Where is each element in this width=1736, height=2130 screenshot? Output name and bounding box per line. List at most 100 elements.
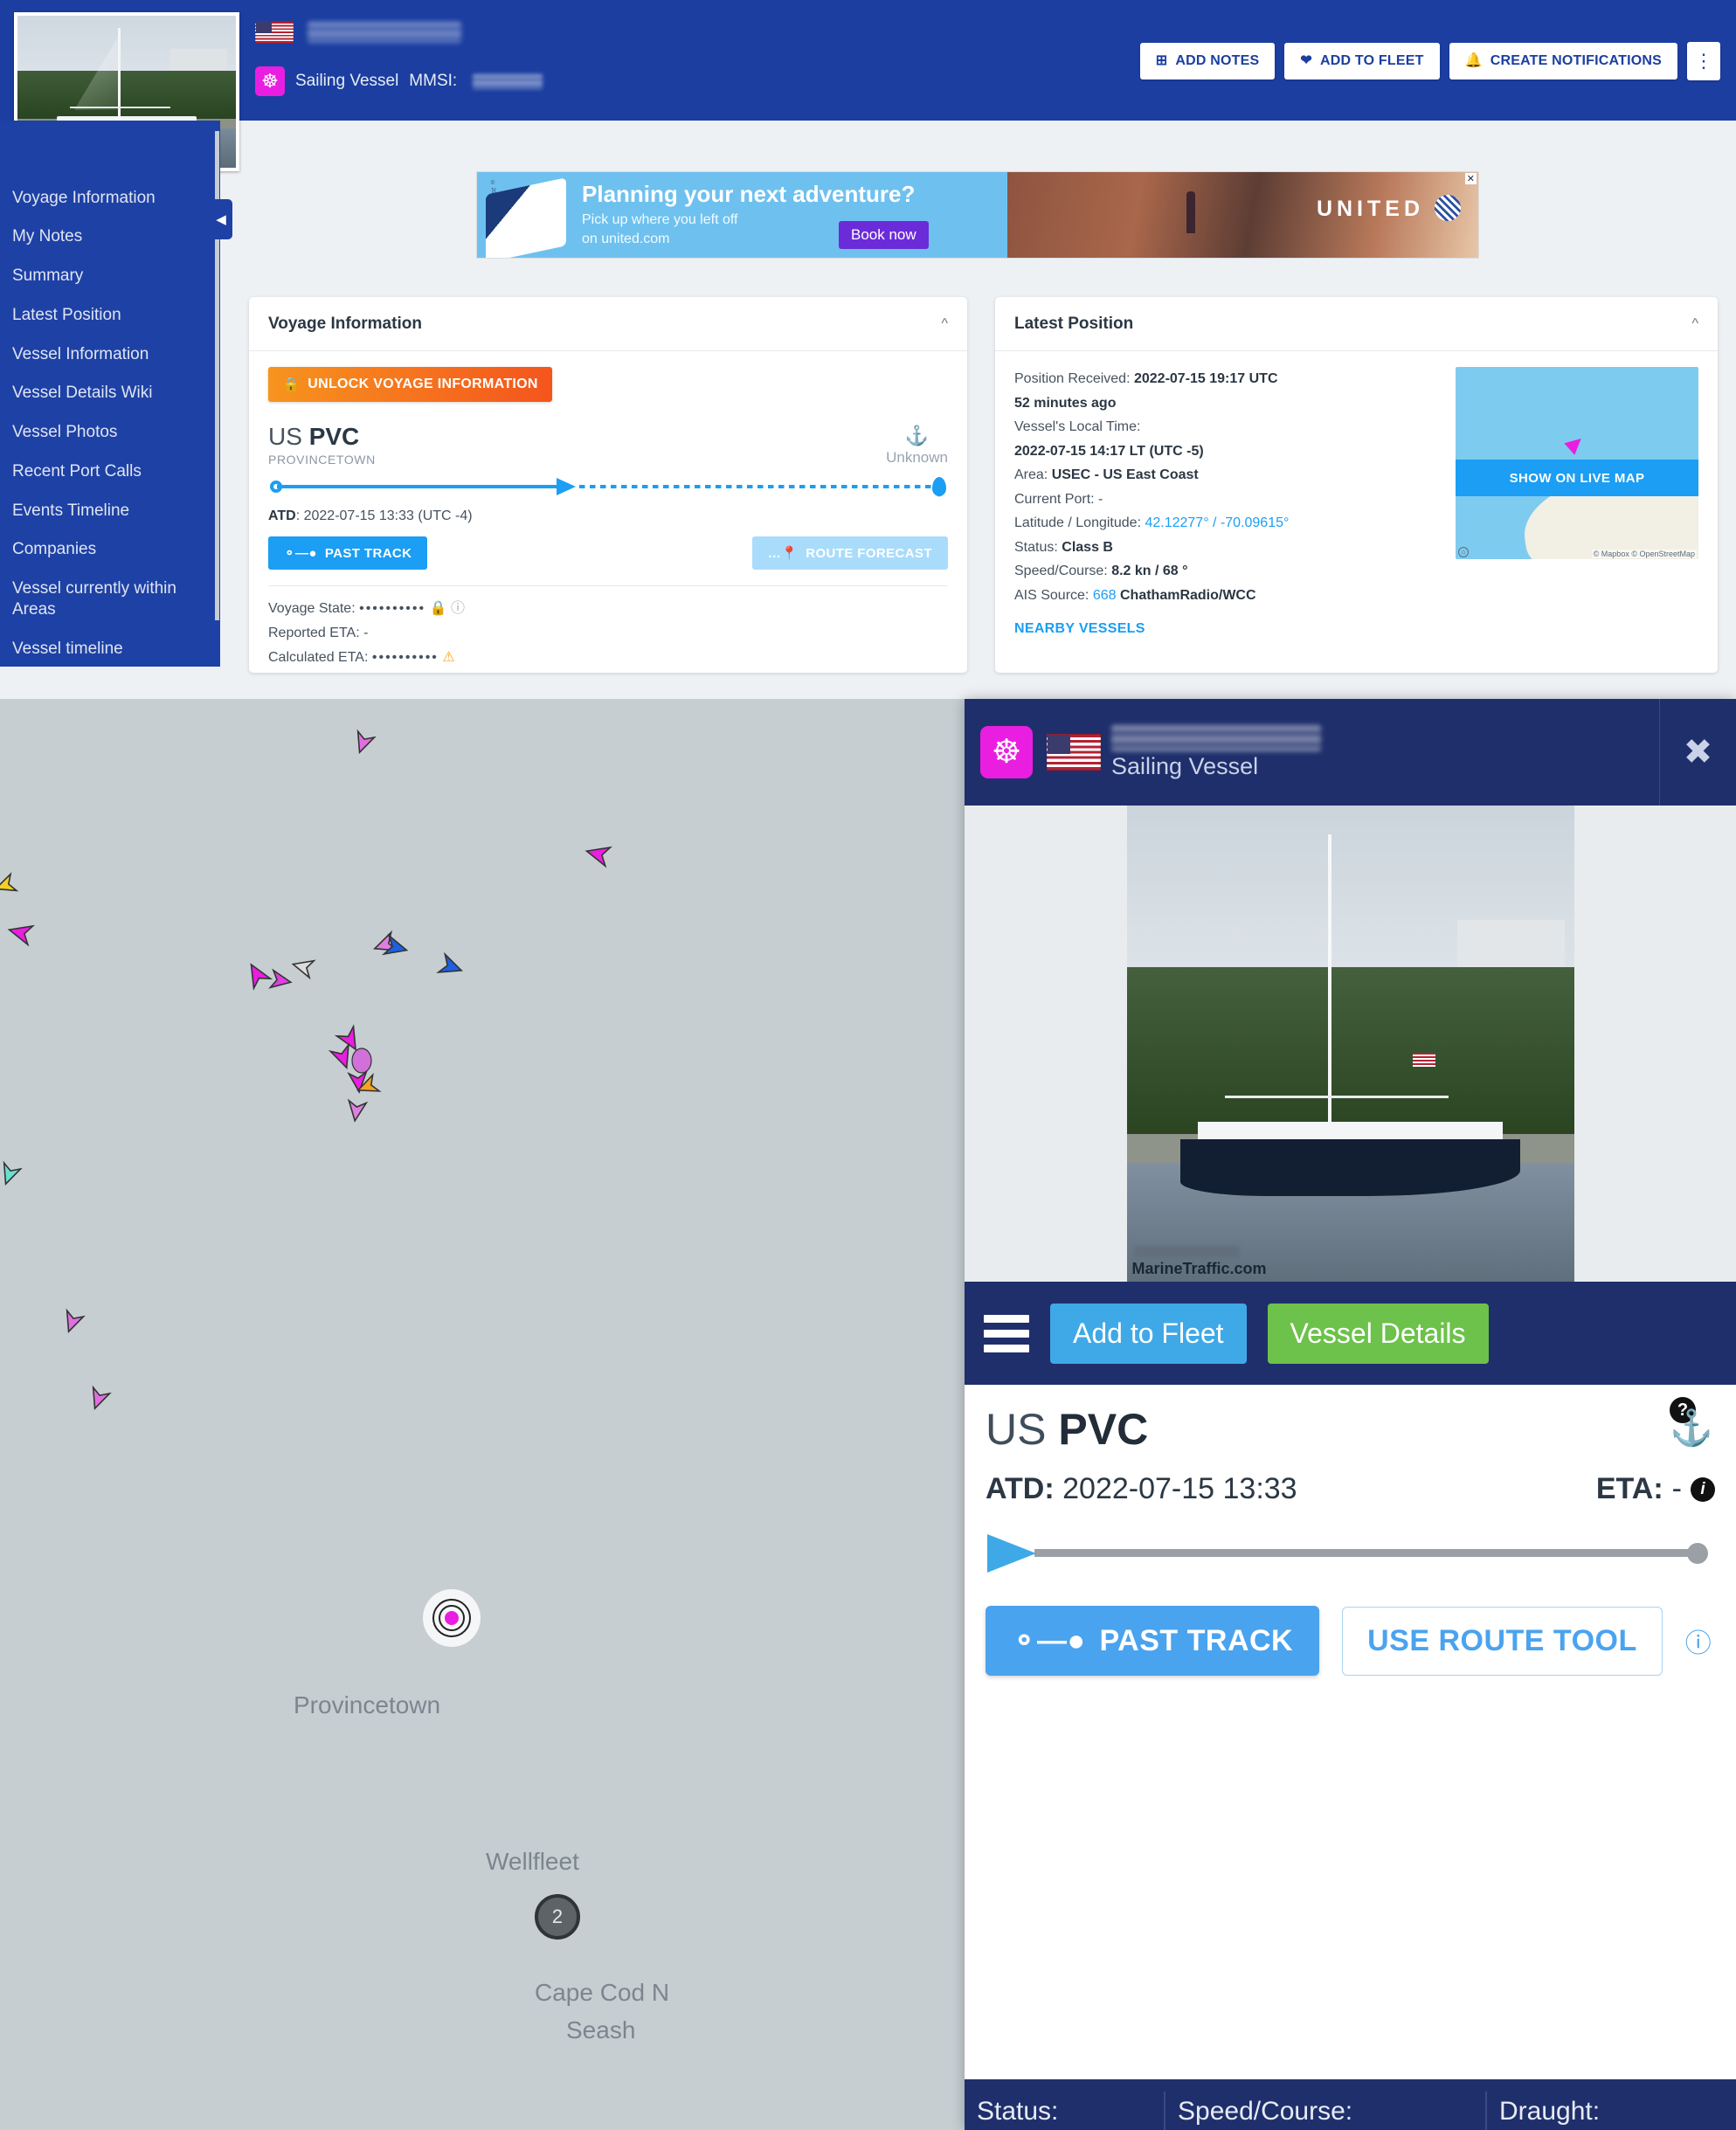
sidebar-item-vessel-currently-within-areas[interactable]: Vessel currently within Areas [0,570,220,630]
mobile-add-to-fleet-button[interactable]: Add to Fleet [1050,1303,1247,1364]
hamburger-menu-icon[interactable] [984,1308,1029,1359]
more-options-kebab-icon[interactable]: ⋮ [1687,42,1720,80]
mobile-eta: ETA: - i [1596,1472,1715,1506]
info-icon-mobile[interactable]: i [1691,1476,1715,1502]
ais-source-label: AIS Source: [1014,587,1089,603]
advertisement-banner[interactable]: © 2022 United Airlines, Inc. Planning yo… [476,171,1479,259]
progress-remaining-line [579,485,932,488]
sidebar-item-events-timeline[interactable]: Events Timeline [0,491,220,530]
mapbox-logo-icon: ⌂ [1458,547,1469,557]
area-label: Area: [1014,467,1048,483]
mobile-button-row: ⚬—● PAST TRACK USE ROUTE TOOL ⓘ [986,1606,1715,1676]
add-notes-label: ADD NOTES [1175,53,1260,68]
close-icon[interactable]: ✖ [1659,699,1736,806]
create-notifications-button[interactable]: 🔔 CREATE NOTIFICATIONS [1449,43,1677,80]
highlight-ring-inner [445,1611,459,1625]
route-forecast-button[interactable]: …📍 ROUTE FORECAST [751,536,948,570]
origin-port-name: PROVINCETOWN [268,453,376,467]
ship-wheel-icon: ☸ [255,66,285,96]
vessel-marker-grey-1 [291,959,316,980]
sidebar-item-vessel-photos[interactable]: Vessel Photos [0,413,220,453]
origin-country: US [268,423,302,450]
ad-airplane-graphic [486,177,566,258]
add-to-fleet-button[interactable]: ❤ ADD TO FLEET [1284,43,1440,80]
area-value: USEC - US East Coast [1051,467,1199,483]
mobile-photo-mast [1327,833,1331,1130]
reported-eta-value: - [363,626,369,640]
mobile-use-route-tool-button[interactable]: USE ROUTE TOOL [1342,1606,1663,1676]
sidebar-collapse-button[interactable]: ◀ [210,199,232,239]
info-icon[interactable]: ⓘ [451,601,465,616]
sidebar-item-latest-position[interactable]: Latest Position [0,295,220,335]
voyage-state-value: •••••••••• [359,601,426,616]
show-on-live-map-button[interactable]: SHOW ON LIVE MAP [1456,460,1698,496]
mobile-photo-credit-redacted [1133,1246,1239,1257]
anchor-icon-mobile: ⚓ [1670,1409,1713,1448]
add-notes-button[interactable]: ⊞ ADD NOTES [1139,43,1276,80]
nearby-vessels-link[interactable]: NEARBY VESSELS [1014,621,1698,637]
mobile-vessel-names: Sailing Vessel [1111,724,1321,780]
chevron-up-icon-position[interactable]: ^ [1691,316,1698,332]
reported-eta-label: Reported ETA: [268,626,360,640]
ship-wheel-icon-mobile: ☸ [980,726,1033,778]
ad-book-now-button[interactable]: Book now [839,221,929,249]
sidebar-item-companies[interactable]: Companies [0,530,220,570]
position-panel-header: Latest Position ^ [995,297,1718,351]
mobile-photo-watermark: MarineTraffic.com [1131,1260,1267,1277]
sidebar-item-my-notes[interactable]: My Notes [0,218,220,257]
latlon-value[interactable]: 42.12277° / -70.09615° [1145,515,1289,530]
vessel-marker-blue-2 [436,951,463,973]
ais-source-id[interactable]: 668 [1093,588,1117,603]
ad-close-icon[interactable]: ✕ [1464,173,1477,184]
track-line-icon-mobile: ⚬—● [1012,1624,1086,1657]
mobile-vessel-photo[interactable]: MarineTraffic.com [965,806,1736,1282]
latlon-row: Latitude / Longitude: 42.12277° / -70.09… [1014,511,1451,536]
photo-trees [17,70,236,122]
vessel-marker-magenta-5 [268,968,293,989]
mobile-vessel-popup: ☸ Sailing Vessel ✖ MarineTraffic.com Add… [965,699,1736,2130]
ad-globe-icon [1435,195,1461,221]
track-line-icon: ⚬—● [284,546,317,561]
chevron-up-icon[interactable]: ^ [941,316,948,332]
mmsi-label: MMSI: [409,72,458,90]
mobile-port-title: US PVC [986,1404,1715,1455]
voyage-divider [268,585,948,586]
mobile-vessel-details-button[interactable]: Vessel Details [1267,1303,1489,1364]
vessel-subtitle-row: ☸ Sailing Vessel MMSI: [255,66,543,96]
sidebar-item-vessel-information[interactable]: Vessel Information [0,335,220,374]
vessel-topbar: ☸ Sailing Vessel MMSI: ⊞ ADD NOTES ❤ ADD… [0,0,1736,171]
us-flag-icon [255,21,294,44]
vessel-marker-circle-violet [351,1048,372,1074]
position-panel-body: Position Received: 2022-07-15 19:17 UTC … [995,351,1718,653]
unlock-voyage-information-button[interactable]: 🔒 UNLOCK VOYAGE INFORMATION [268,367,552,402]
origin-port-code: US PVC [268,423,376,451]
ais-source-value: ChathamRadio/WCC [1119,587,1256,603]
heart-icon: ❤ [1300,53,1313,68]
past-track-button[interactable]: ⚬—● PAST TRACK [268,536,428,570]
area-row: Area: USEC - US East Coast [1014,463,1451,488]
sidebar-item-summary[interactable]: Summary [0,257,220,296]
us-flag-icon-mobile [1047,734,1101,771]
sidebar-item-voyage-information[interactable]: Voyage Information [0,178,220,218]
lock-icon-small: 🔒 [429,601,447,616]
selected-vessel-highlight[interactable] [423,1589,481,1647]
info-icon-route-tool[interactable]: ⓘ [1685,1622,1712,1660]
vessel-cluster-marker[interactable]: 2 [535,1894,580,1940]
sidebar-item-vessel-timeline[interactable]: Vessel timeline [0,629,220,667]
sidebar-item-vessel-details-wiki[interactable]: Vessel Details Wiki [0,374,220,413]
position-mini-map[interactable]: Provincetown SHOW ON LIVE MAP ⌂ © Mapbox… [1456,367,1698,559]
sidebar-item-recent-port-calls[interactable]: Recent Port Calls [0,452,220,491]
current-port-row: Current Port: - [1014,488,1451,512]
mobile-action-bar: Add to Fleet Vessel Details [965,1282,1736,1385]
progress-traveled-line [277,485,561,488]
mobile-photo-ensign-flag [1413,1053,1436,1068]
ad-left-panel: © 2022 United Airlines, Inc. Planning yo… [477,172,1008,258]
unlock-label: UNLOCK VOYAGE INFORMATION [308,377,538,391]
voyage-route-row: US PVC PROVINCETOWN ⚓ Unknown [268,423,948,467]
mobile-status-bar: Status: Speed/Course: Draught: [965,2079,1736,2130]
position-panel-title: Latest Position [1014,314,1134,333]
mobile-vessel-name-redacted [1111,724,1321,751]
mobile-past-track-button[interactable]: ⚬—● PAST TRACK [986,1606,1320,1676]
ad-subline: Pick up where you left off on united.com [582,212,738,246]
vessel-name-row [255,21,462,44]
